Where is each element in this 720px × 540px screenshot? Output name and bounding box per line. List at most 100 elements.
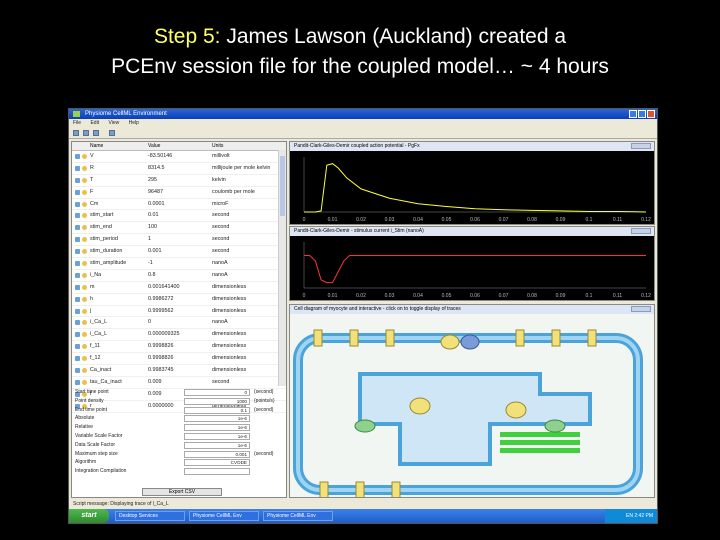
table-row[interactable]: Cm 0.0001 microF — [72, 199, 286, 211]
trace-toggle-icon[interactable] — [82, 213, 87, 219]
expand-icon[interactable] — [75, 237, 80, 243]
ion-channel-1[interactable] — [313, 329, 323, 347]
trace-toggle-icon[interactable] — [82, 308, 87, 314]
taskbar-item-3[interactable]: Physiome CellML Env — [263, 511, 333, 521]
table-row[interactable]: R 8314.5 millijoule per mole kelvin — [72, 163, 286, 175]
table-row[interactable]: stim_period 1 second — [72, 234, 286, 247]
trace-toggle-icon[interactable] — [82, 356, 87, 362]
ion-channel-7[interactable] — [319, 481, 329, 498]
ion-channel-5[interactable] — [551, 329, 561, 347]
table-row[interactable]: i_Ca_L 0 nanoA — [72, 317, 286, 330]
col-name[interactable]: Name — [90, 142, 103, 150]
expand-icon[interactable] — [75, 272, 80, 278]
calmodulin[interactable] — [354, 419, 376, 433]
expand-icon[interactable] — [75, 249, 80, 255]
param-input[interactable]: 1e-6 — [184, 415, 250, 423]
serca-pump[interactable] — [505, 401, 527, 419]
variable-value[interactable]: 295 — [148, 175, 157, 186]
param-input[interactable]: 0.1 — [184, 406, 250, 414]
trace-toggle-icon[interactable] — [82, 201, 87, 207]
table-row[interactable]: stim_start 0.01 second — [72, 210, 286, 223]
menu-edit[interactable]: Edit — [90, 120, 99, 126]
minimize-button[interactable] — [629, 110, 637, 118]
trace-toggle-icon[interactable] — [82, 379, 87, 385]
table-row[interactable]: T 295 kelvin — [72, 175, 286, 187]
variable-value[interactable]: 1 — [148, 234, 151, 245]
trace-toggle-icon[interactable] — [82, 177, 87, 183]
expand-icon[interactable] — [75, 189, 80, 195]
trace-toggle-icon[interactable] — [82, 296, 87, 302]
param-input[interactable]: 1e-6 — [184, 441, 250, 449]
table-row[interactable]: f_11 0.9998826 dimensionless — [72, 341, 286, 354]
expand-icon[interactable] — [75, 154, 80, 159]
table-row[interactable]: stim_amplitude -1 nanoA — [72, 258, 286, 270]
trace-toggle-icon[interactable] — [82, 261, 87, 267]
expand-icon[interactable] — [75, 379, 80, 385]
menu-view[interactable]: View — [108, 120, 119, 126]
trace-toggle-icon[interactable] — [82, 272, 87, 278]
table-row[interactable]: m 0.001641400 dimensionless — [72, 282, 286, 294]
ion-channel-6[interactable] — [587, 329, 597, 347]
variable-value[interactable]: 100 — [148, 222, 157, 233]
variables-scrollbar[interactable] — [278, 150, 286, 386]
expand-icon[interactable] — [75, 213, 80, 219]
trace-toggle-icon[interactable] — [82, 249, 87, 255]
table-row[interactable]: F 96487 coulomb per mole — [72, 187, 286, 199]
variable-value[interactable]: 0.9986272 — [148, 294, 173, 305]
start-button[interactable]: start — [69, 509, 109, 523]
stop-icon[interactable] — [93, 130, 99, 136]
col-value[interactable]: Value — [148, 142, 160, 150]
table-row[interactable]: i_Na 0.8 nanoA — [72, 270, 286, 282]
menu-help[interactable]: Help — [129, 120, 139, 126]
table-row[interactable]: h 0.9986272 dimensionless — [72, 294, 286, 306]
param-input[interactable] — [184, 468, 250, 476]
param-input[interactable]: 1e-6 — [184, 432, 250, 440]
variable-value[interactable]: 8314.5 — [148, 163, 165, 174]
variable-value[interactable]: 0.8 — [148, 270, 156, 281]
trace-toggle-icon[interactable] — [82, 165, 87, 171]
scroll-thumb[interactable] — [280, 156, 285, 216]
expand-icon[interactable] — [75, 296, 80, 302]
expand-icon[interactable] — [75, 368, 80, 374]
ion-channel-3[interactable] — [385, 329, 395, 347]
graph-panel-2-selector[interactable] — [631, 228, 651, 234]
na-k-pump[interactable] — [460, 334, 480, 350]
maximize-button[interactable] — [638, 110, 646, 118]
ion-channel-2[interactable] — [349, 329, 359, 347]
trace-toggle-icon[interactable] — [82, 344, 87, 350]
table-row[interactable]: f_12 0.9998826 dimensionless — [72, 353, 286, 366]
expand-icon[interactable] — [75, 201, 80, 207]
table-row[interactable]: Ca_inact 0.9983745 dimensionless — [72, 365, 286, 377]
taskbar-item-2[interactable]: Physiome CellML Env — [189, 511, 259, 521]
expand-icon[interactable] — [75, 344, 80, 350]
cell-diagram-selector[interactable] — [631, 306, 651, 312]
cell-diagram[interactable] — [290, 314, 654, 498]
trace-toggle-icon[interactable] — [82, 237, 87, 243]
param-input[interactable]: CVODE — [184, 459, 250, 467]
ion-channel-9[interactable] — [391, 481, 401, 498]
expand-icon[interactable] — [75, 284, 80, 290]
expand-icon[interactable] — [75, 225, 80, 231]
param-input[interactable]: 1e-6 — [184, 424, 250, 432]
taskbar-item-1[interactable]: Desktop Services — [115, 511, 185, 521]
variable-value[interactable]: 0 — [148, 317, 151, 328]
trace-toggle-icon[interactable] — [82, 284, 87, 290]
variable-value[interactable]: 96487 — [148, 187, 163, 198]
variable-value[interactable]: 0.9999562 — [148, 306, 173, 317]
variable-value[interactable]: 0.009 — [148, 377, 162, 388]
na-ca-exchanger[interactable] — [440, 334, 460, 350]
expand-icon[interactable] — [75, 261, 80, 267]
graph-panel-1-selector[interactable] — [631, 143, 651, 149]
trace-toggle-icon[interactable] — [82, 332, 87, 338]
param-input[interactable]: 0 — [184, 389, 250, 396]
graph-icon[interactable] — [109, 130, 115, 136]
ion-channel-4[interactable] — [515, 329, 525, 347]
ion-channel-8[interactable] — [355, 481, 365, 498]
variable-value[interactable]: 0.001641400 — [148, 282, 179, 293]
variable-value[interactable]: 0.000009325 — [148, 329, 179, 340]
variable-value[interactable]: -83.50146 — [148, 151, 172, 162]
expand-icon[interactable] — [75, 332, 80, 338]
trace-toggle-icon[interactable] — [82, 320, 87, 326]
table-row[interactable]: stim_duration 0.001 second — [72, 246, 286, 259]
variable-value[interactable]: 0.9998826 — [148, 353, 173, 364]
